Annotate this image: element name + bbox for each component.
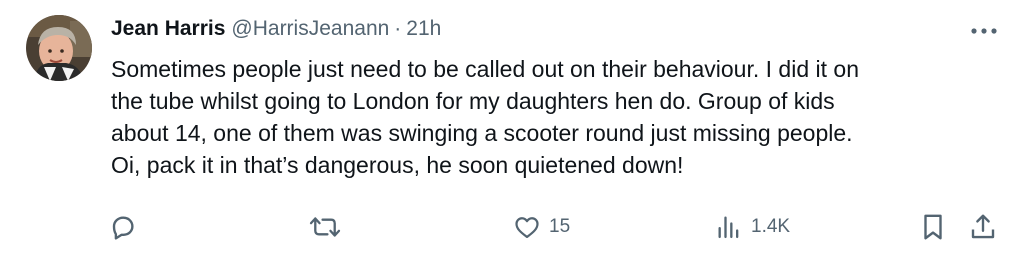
author-handle[interactable]: @HarrisJeanann — [231, 14, 389, 44]
like-button[interactable]: 15 — [513, 210, 570, 244]
share-icon — [968, 212, 998, 242]
author-name[interactable]: Jean Harris — [111, 14, 225, 44]
reply-button[interactable] — [108, 210, 138, 244]
separator-dot: · — [394, 17, 402, 40]
tweet-timestamp[interactable]: 21h — [406, 14, 441, 44]
bookmark-button[interactable] — [920, 210, 946, 244]
like-count: 15 — [549, 216, 571, 237]
share-button[interactable] — [968, 210, 998, 244]
avatar[interactable] — [26, 15, 92, 81]
more-options-icon[interactable] — [964, 19, 1004, 43]
tweet-text: Sometimes people just need to be called … — [111, 56, 859, 178]
tweet-card: Jean Harris @HarrisJeanann · 21h Sometim… — [0, 0, 1024, 256]
heart-icon — [513, 213, 541, 241]
tweet-header: Jean Harris @HarrisJeanann · 21h — [111, 14, 441, 44]
views-icon — [715, 213, 743, 241]
views-count: 1.4K — [751, 216, 791, 237]
retweet-icon — [308, 212, 342, 242]
reply-icon — [108, 212, 138, 242]
retweet-button[interactable] — [308, 210, 342, 244]
bookmark-icon — [920, 212, 946, 242]
views-button[interactable]: 1.4K — [715, 210, 790, 244]
